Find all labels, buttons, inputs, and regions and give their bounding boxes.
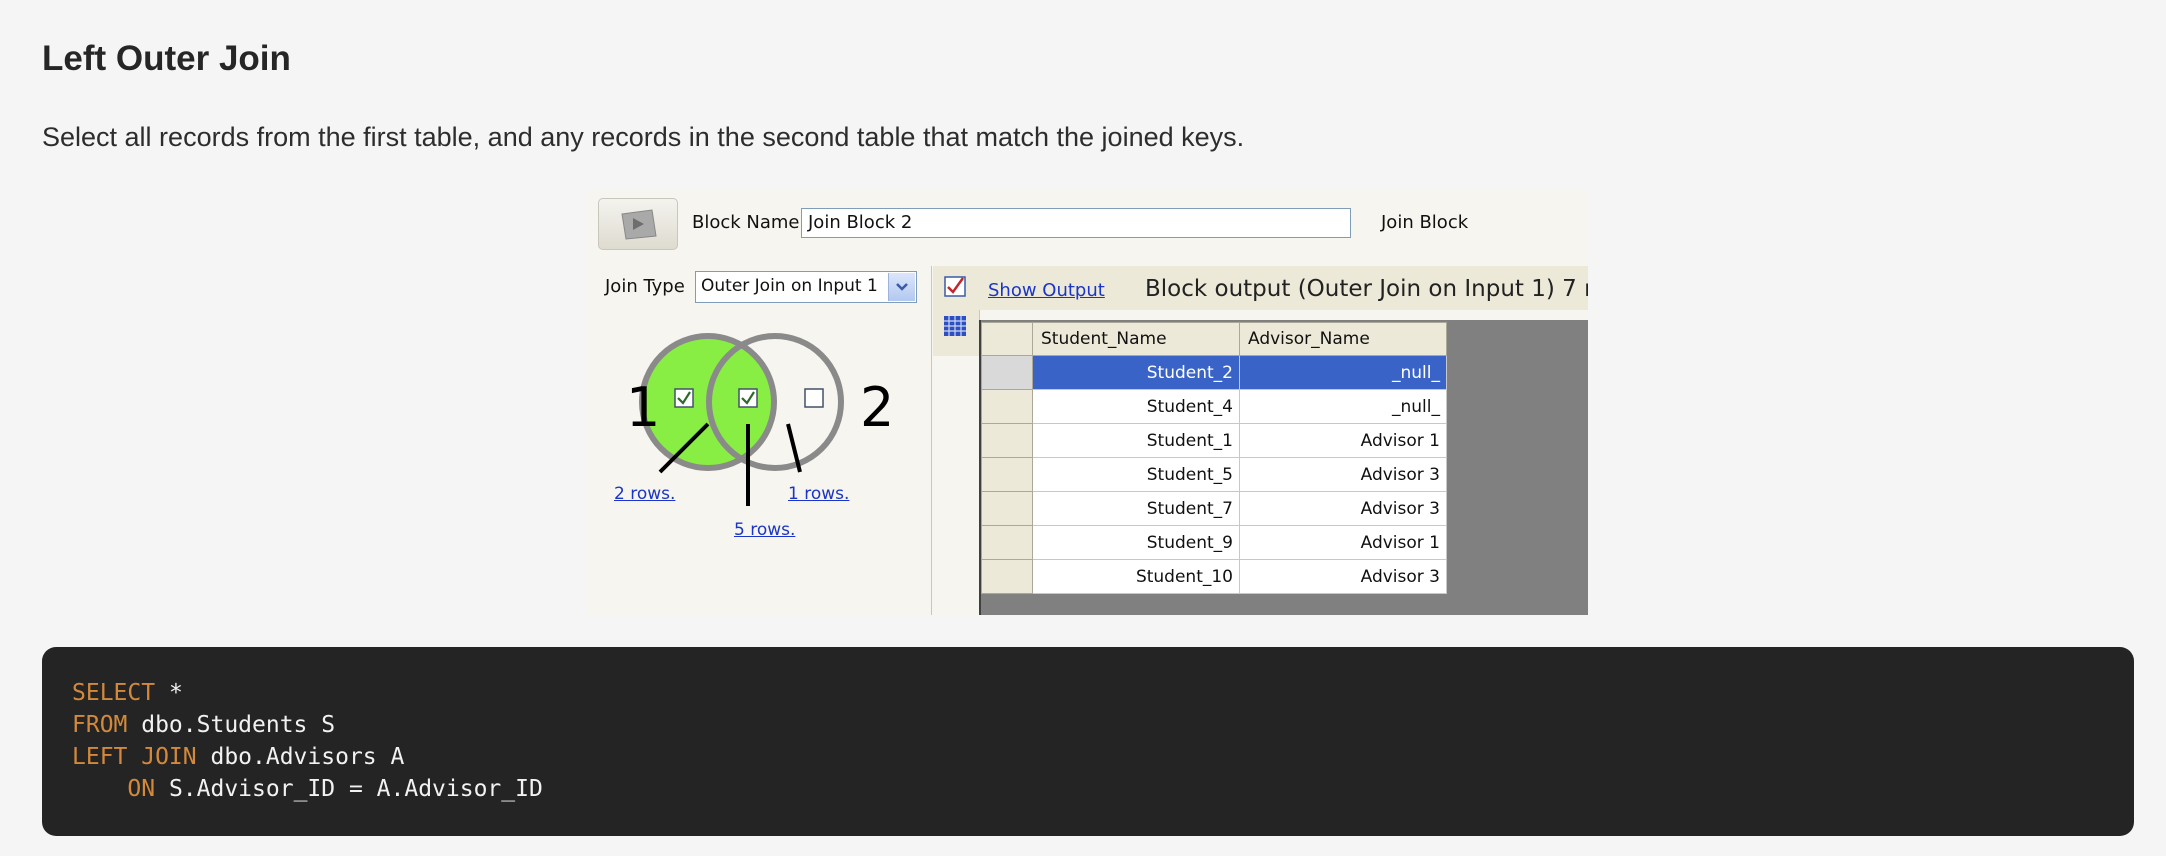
row-header[interactable]	[981, 355, 1033, 390]
column-header-advisor-name[interactable]: Advisor_Name	[1239, 322, 1447, 356]
join-block-screenshot: Block Name Join Block 2 Join Block Join …	[588, 190, 1588, 615]
cell-advisor-name[interactable]: _null_	[1239, 389, 1447, 424]
block-name-input[interactable]: Join Block 2	[801, 208, 1351, 238]
cell-advisor-name[interactable]: Advisor 3	[1239, 559, 1447, 594]
table-row[interactable]: Student_7 Advisor 3	[981, 491, 1447, 526]
column-header-student-name[interactable]: Student_Name	[1032, 322, 1240, 356]
venn-right-label: 2	[860, 376, 894, 439]
chart-check-icon[interactable]	[943, 274, 967, 298]
output-toolbar	[933, 266, 980, 356]
cell-student-name[interactable]: Student_9	[1032, 525, 1240, 560]
code-keyword: LEFT JOIN	[72, 744, 197, 770]
row-header[interactable]	[981, 423, 1033, 458]
both-checkbox[interactable]	[738, 388, 758, 408]
sql-code-block: SELECT * FROM dbo.Students S LEFT JOIN dbo…	[42, 647, 2134, 836]
code-keyword: SELECT	[72, 680, 156, 706]
block-name-label: Block Name	[692, 212, 800, 233]
code-text: *	[155, 680, 183, 706]
row-header[interactable]	[981, 389, 1033, 424]
right-only-checkbox[interactable]	[804, 388, 824, 408]
cell-advisor-name[interactable]: Advisor 3	[1239, 457, 1447, 492]
run-block-button[interactable]	[598, 198, 678, 250]
left-only-rows-link[interactable]: 2 rows.	[614, 484, 675, 504]
table-row[interactable]: Student_1 Advisor 1	[981, 423, 1447, 458]
cell-advisor-name[interactable]: Advisor 1	[1239, 525, 1447, 560]
cell-student-name[interactable]: Student_4	[1032, 389, 1240, 424]
code-text: S.Advisor_ID = A.Advisor_ID	[155, 776, 543, 802]
table-row[interactable]: Student_5 Advisor 3	[981, 457, 1447, 492]
right-only-rows-link[interactable]: 1 rows.	[788, 484, 849, 504]
venn-left-label: 1	[626, 376, 660, 439]
join-type-value: Outer Join on Input 1	[701, 276, 878, 296]
show-output-link[interactable]: Show Output	[988, 280, 1105, 301]
panel-divider	[931, 266, 932, 615]
code-line: ON S.Advisor_ID = A.Advisor_ID	[72, 773, 2104, 805]
cell-student-name[interactable]: Student_7	[1032, 491, 1240, 526]
table-row[interactable]: Student_10 Advisor 3	[981, 559, 1447, 594]
block-output-status: Block output (Outer Join on Input 1) 7 r…	[1145, 276, 1588, 302]
grid-icon[interactable]	[943, 314, 967, 338]
row-header[interactable]	[981, 525, 1033, 560]
cell-student-name[interactable]: Student_2	[1032, 355, 1240, 390]
cell-advisor-name[interactable]: Advisor 1	[1239, 423, 1447, 458]
table-row[interactable]: Student_4 _null_	[981, 389, 1447, 424]
row-header-corner	[981, 322, 1033, 356]
grid-header-row: Student_Name Advisor_Name	[981, 322, 1447, 356]
code-keyword: ON	[127, 776, 156, 802]
page-description: Select all records from the first table,…	[42, 122, 1245, 152]
cell-student-name[interactable]: Student_1	[1032, 423, 1240, 458]
code-text: dbo.Students S	[127, 712, 336, 738]
row-header[interactable]	[981, 559, 1033, 594]
code-line: FROM dbo.Students S	[72, 709, 2104, 741]
code-line: LEFT JOIN dbo.Advisors A	[72, 741, 2104, 773]
block-type-label: Join Block	[1381, 212, 1469, 233]
row-header[interactable]	[981, 491, 1033, 526]
row-header[interactable]	[981, 457, 1033, 492]
code-line: SELECT *	[72, 677, 2104, 709]
table-row[interactable]: Student_9 Advisor 1	[981, 525, 1447, 560]
cell-advisor-name[interactable]: _null_	[1239, 355, 1447, 390]
output-grid[interactable]: Student_Name Advisor_Name Student_2 _null…	[981, 322, 1447, 594]
code-keyword: FROM	[72, 712, 128, 738]
join-type-label: Join Type	[605, 276, 685, 297]
code-text: dbo.Advisors A	[196, 744, 405, 770]
both-rows-link[interactable]: 5 rows.	[734, 520, 795, 540]
table-row[interactable]: Student_2 _null_	[981, 355, 1447, 390]
join-type-select[interactable]: Outer Join on Input 1	[695, 271, 917, 303]
run-icon	[621, 209, 657, 240]
cell-advisor-name[interactable]: Advisor 3	[1239, 491, 1447, 526]
left-only-checkbox[interactable]	[674, 388, 694, 408]
cell-student-name[interactable]: Student_10	[1032, 559, 1240, 594]
cell-student-name[interactable]: Student_5	[1032, 457, 1240, 492]
chevron-down-icon[interactable]	[888, 273, 915, 301]
page-title: Left Outer Join	[42, 39, 291, 78]
